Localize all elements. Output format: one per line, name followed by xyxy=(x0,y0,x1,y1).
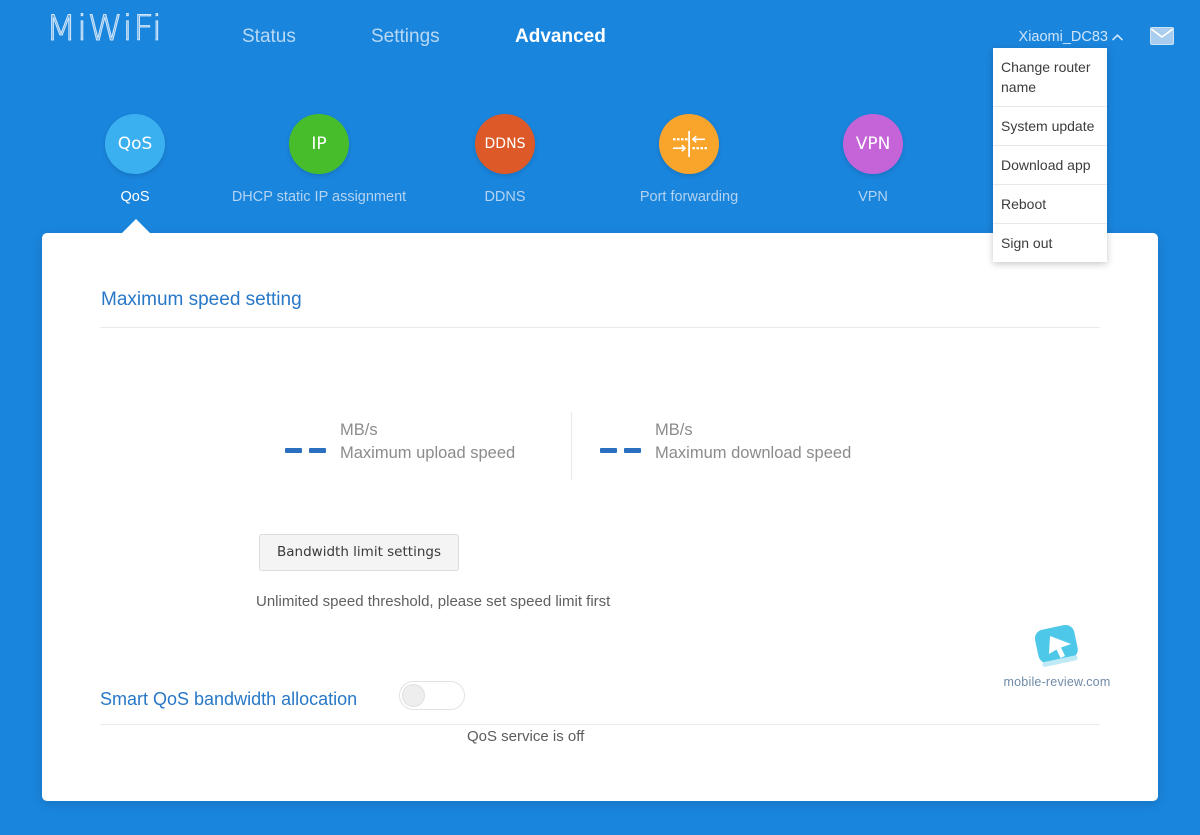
feature-tile-dhcp-static-ip[interactable]: IP DHCP static IP assignment xyxy=(214,114,424,207)
smart-qos-label: Smart QoS bandwidth allocation xyxy=(100,689,358,709)
qos-icon: QoS xyxy=(105,114,165,174)
menu-item-change-router-name[interactable]: Change router name xyxy=(993,48,1107,107)
download-speed-caption: Maximum download speed xyxy=(655,444,852,462)
qos-icon-text: QoS xyxy=(117,134,153,154)
port-forwarding-glyph xyxy=(669,129,709,159)
divider-bottom xyxy=(100,724,1100,725)
router-dropdown-menu: Change router name System update Downloa… xyxy=(993,48,1107,262)
dash-glyph xyxy=(309,448,326,453)
feature-tile-qos[interactable]: QoS QoS xyxy=(30,114,240,207)
dash-glyph xyxy=(624,448,641,453)
menu-item-reboot[interactable]: Reboot xyxy=(993,185,1107,224)
nav-tab-advanced[interactable]: Advanced xyxy=(515,25,606,49)
feature-tile-label: VPN xyxy=(858,189,888,205)
dhcp-static-ip-icon: IP xyxy=(289,114,349,174)
feature-tile-label: QoS xyxy=(120,189,150,205)
feature-tile-label: DDNS xyxy=(484,189,526,205)
dhcp-static-ip-icon-text: IP xyxy=(311,134,327,154)
miwifi-logo: MiWiFi xyxy=(46,9,163,50)
qos-service-status: QoS service is off xyxy=(467,728,585,745)
feature-tile-label: DHCP static IP assignment xyxy=(231,189,407,205)
feature-tile-ddns[interactable]: DDNS DDNS xyxy=(400,114,610,207)
nav-tab-status[interactable]: Status xyxy=(242,25,296,49)
watermark: mobile-review.com xyxy=(997,623,1117,690)
menu-item-download-app[interactable]: Download app xyxy=(993,146,1107,185)
router-name-menu-trigger[interactable]: Xiaomi_DC83 xyxy=(1019,28,1108,46)
speed-divider xyxy=(571,412,572,480)
feature-tile-label: Port forwarding xyxy=(639,189,739,205)
upload-speed-unit: MB/s xyxy=(340,421,378,439)
chevron-up-icon[interactable] xyxy=(1111,31,1124,44)
vpn-icon-text: VPN xyxy=(855,134,891,154)
toggle-knob xyxy=(402,684,425,707)
download-speed-unit: MB/s xyxy=(655,421,693,439)
download-speed-block: MB/s Maximum download speed xyxy=(600,419,851,465)
menu-item-sign-out[interactable]: Sign out xyxy=(993,224,1107,262)
qos-settings-card: Maximum speed setting MB/s Maximum uploa… xyxy=(42,233,1158,801)
ddns-icon-text: DDNS xyxy=(484,136,526,152)
nav-tab-settings[interactable]: Settings xyxy=(371,25,440,49)
upload-speed-caption: Maximum upload speed xyxy=(340,444,516,462)
mobile-review-logo-icon xyxy=(997,623,1117,671)
menu-item-system-update[interactable]: System update xyxy=(993,107,1107,146)
upload-speed-block: MB/s Maximum upload speed xyxy=(285,419,515,465)
ddns-icon: DDNS xyxy=(475,114,535,174)
port-forwarding-icon xyxy=(659,114,719,174)
divider-top xyxy=(100,327,1100,328)
page-title: Maximum speed setting xyxy=(101,289,302,310)
speed-threshold-hint: Unlimited speed threshold, please set sp… xyxy=(256,593,611,610)
dash-glyph xyxy=(600,448,617,453)
upload-speed-value xyxy=(285,431,326,453)
watermark-text: mobile-review.com xyxy=(1003,675,1111,689)
feature-tile-vpn[interactable]: VPN VPN xyxy=(768,114,978,207)
envelope-icon[interactable] xyxy=(1150,27,1174,45)
feature-tile-port-forwarding[interactable]: Port forwarding xyxy=(584,114,794,207)
vpn-icon: VPN xyxy=(843,114,903,174)
bandwidth-limit-settings-button[interactable]: Bandwidth limit settings xyxy=(259,534,459,571)
download-speed-value xyxy=(600,431,641,453)
dash-glyph xyxy=(285,448,302,453)
smart-qos-toggle[interactable] xyxy=(399,681,465,710)
